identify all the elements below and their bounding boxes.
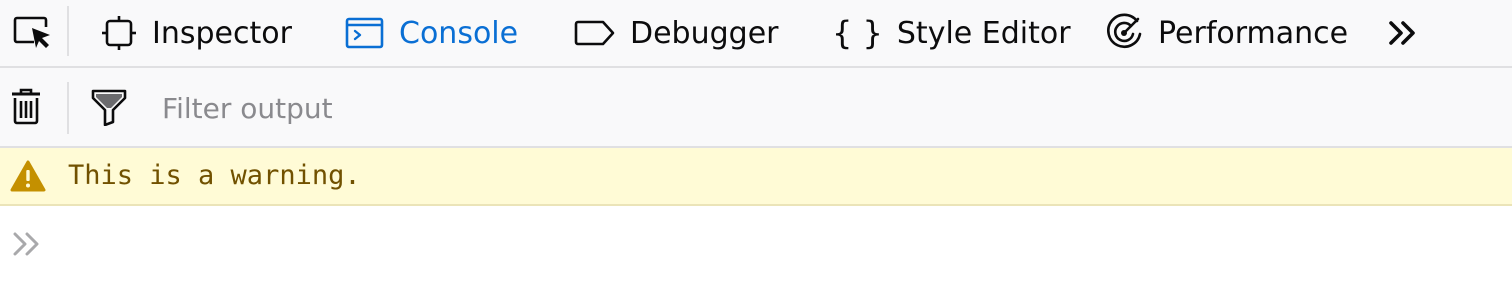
console-input-row[interactable] xyxy=(0,206,1512,283)
console-message-warning[interactable]: This is a warning. xyxy=(0,148,1512,206)
filter-output-input[interactable] xyxy=(150,86,1490,130)
tab-label: Style Editor xyxy=(896,15,1071,51)
toolbar-divider xyxy=(67,82,69,134)
warning-message-text: This is a warning. xyxy=(68,160,361,191)
funnel-icon xyxy=(91,89,127,126)
trash-icon xyxy=(12,88,40,125)
warning-icon xyxy=(10,160,46,192)
performance-icon xyxy=(1104,13,1144,53)
element-picker-icon xyxy=(13,16,50,48)
tab-console[interactable]: Console xyxy=(345,0,518,66)
devtools-panel: Inspector Console Debugger { } Style Edi… xyxy=(0,0,1512,283)
toolbox-tabbar: Inspector Console Debugger { } Style Edi… xyxy=(0,0,1512,68)
chevron-double-right-icon xyxy=(13,232,39,256)
tab-debugger[interactable]: Debugger xyxy=(574,0,779,66)
tab-performance[interactable]: Performance xyxy=(1104,0,1348,66)
console-icon xyxy=(345,16,385,50)
tab-label: Console xyxy=(399,15,519,51)
tab-style-editor[interactable]: { } Style Editor xyxy=(832,0,1071,66)
tabs-overflow-button[interactable] xyxy=(1378,0,1428,66)
chevron-double-right-icon xyxy=(1389,21,1415,45)
inspector-icon xyxy=(100,15,138,51)
style-editor-icon: { } xyxy=(832,14,883,52)
clear-console-button[interactable] xyxy=(0,68,52,146)
tabbar-divider xyxy=(67,6,69,56)
tab-label: Performance xyxy=(1158,15,1349,51)
console-toolbar xyxy=(0,68,1512,148)
filter-icon-label xyxy=(84,68,134,146)
element-picker-button[interactable] xyxy=(0,0,66,66)
debugger-icon xyxy=(574,18,616,48)
tab-inspector[interactable]: Inspector xyxy=(100,0,292,66)
tab-label: Debugger xyxy=(630,15,779,51)
tab-label: Inspector xyxy=(152,15,292,51)
